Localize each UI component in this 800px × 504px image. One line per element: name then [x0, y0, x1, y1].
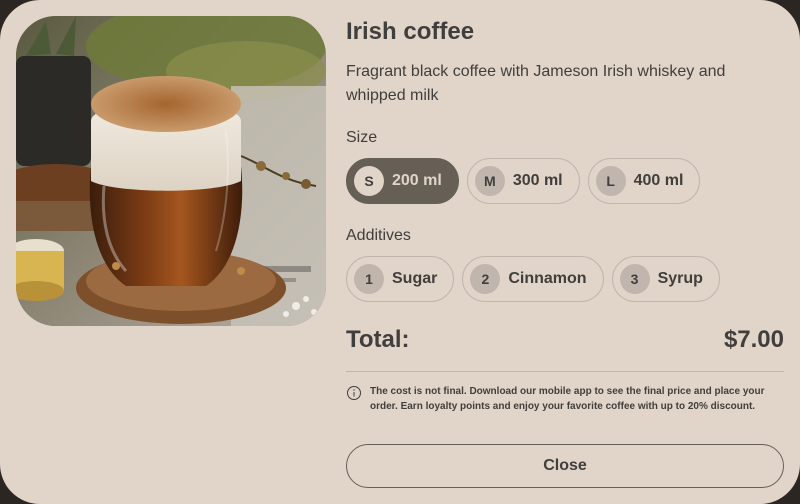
additive-option-cinnamon[interactable]: 2 Cinnamon: [462, 256, 604, 302]
size-tabs: S 200 ml M 300 ml L 400 ml: [346, 158, 701, 204]
size-option-label: 300 ml: [512, 172, 563, 189]
info-icon: [347, 386, 361, 400]
additive-badge: 2: [470, 264, 501, 294]
size-badge: L: [595, 166, 626, 196]
product-title: Irish coffee: [346, 18, 475, 45]
additive-option-sugar[interactable]: 1 Sugar: [346, 256, 455, 302]
additive-badge: 1: [354, 264, 384, 294]
close-button[interactable]: Close: [346, 444, 784, 488]
total-price: $7.00: [723, 326, 784, 353]
price-note: The cost is not final. Download our mobi…: [346, 384, 784, 414]
additive-option-label: Cinnamon: [508, 270, 587, 287]
total-row: Total: $7.00: [346, 320, 784, 360]
size-option-label: 400 ml: [633, 172, 684, 189]
price-note-text: The cost is not final. Download our mobi…: [370, 386, 765, 412]
size-badge: M: [474, 166, 505, 196]
product-info: Irish coffee Fragrant black coffee with …: [346, 16, 784, 488]
additives-label: Additives: [346, 227, 411, 244]
product-modal: Irish coffee Fragrant black coffee with …: [0, 0, 800, 504]
size-option-l[interactable]: L 400 ml: [587, 158, 701, 204]
total-label: Total:: [346, 326, 410, 353]
additive-option-label: Syrup: [657, 270, 703, 287]
size-badge: S: [354, 166, 384, 196]
size-option-s[interactable]: S 200 ml: [346, 158, 459, 204]
size-option-label: 200 ml: [392, 172, 442, 189]
additive-option-label: Sugar: [392, 270, 438, 287]
divider: [346, 371, 784, 372]
product-description: Fragrant black coffee with Jameson Irish…: [346, 63, 726, 104]
additive-badge: 3: [619, 264, 650, 294]
additive-option-syrup[interactable]: 3 Syrup: [611, 256, 720, 302]
product-photo: [16, 16, 326, 326]
additives-tabs: 1 Sugar 2 Cinnamon 3 Syrup: [346, 256, 720, 302]
size-option-m[interactable]: M 300 ml: [466, 158, 580, 204]
irish-coffee-image: [16, 16, 326, 326]
size-label: Size: [346, 129, 378, 146]
